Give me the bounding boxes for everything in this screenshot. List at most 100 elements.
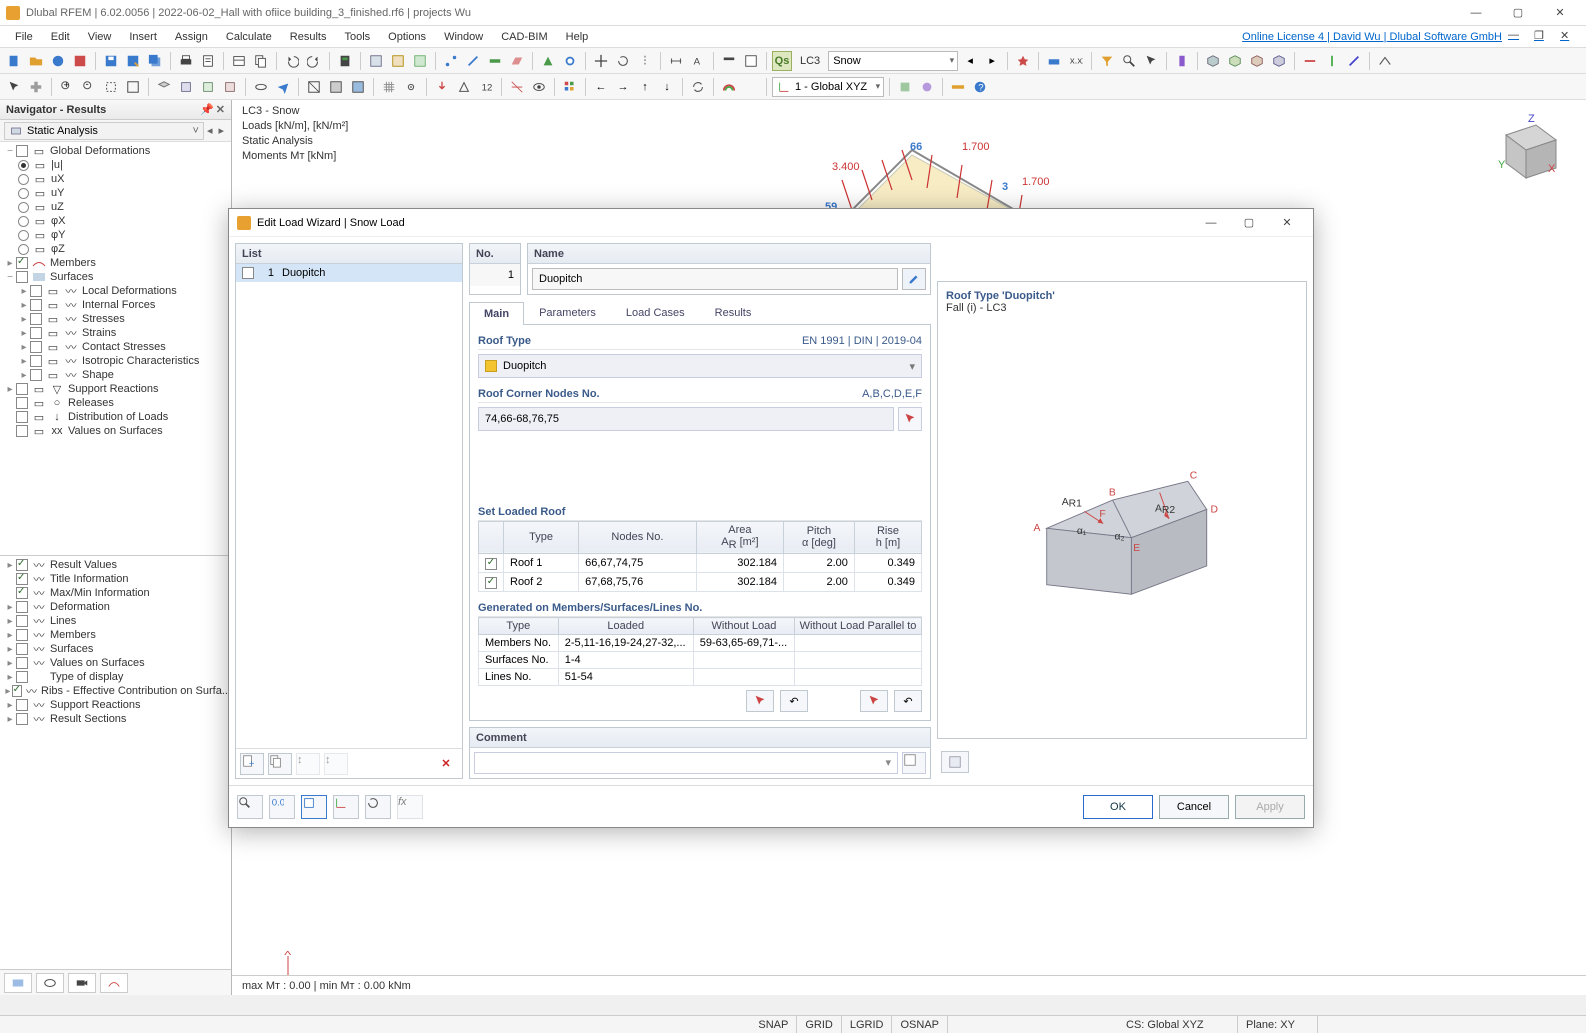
tab-main[interactable]: Main — [469, 302, 524, 325]
tree-localdef[interactable]: ▸▭〰Local Deformations — [0, 284, 231, 298]
opt-sections[interactable]: ▸〰Result Sections — [0, 712, 231, 726]
nav-tab-cam-icon[interactable] — [68, 973, 96, 993]
foot-square-button[interactable] — [301, 795, 327, 819]
tree-iso[interactable]: ▸▭〰Isotropic Characteristics — [0, 354, 231, 368]
tree-phiy[interactable]: ▭φY — [0, 228, 231, 242]
foot-num-button[interactable]: 0.00 — [269, 795, 295, 819]
view-xz-icon[interactable] — [198, 77, 218, 97]
lc-selector[interactable]: Snow — [828, 51, 958, 71]
undo-without-button[interactable]: ↶ — [894, 690, 922, 712]
list-copy-button[interactable] — [268, 753, 292, 775]
show-num-icon[interactable]: 12 — [476, 77, 496, 97]
corners-pick-button[interactable] — [898, 407, 922, 431]
grid-toggle[interactable]: GRID — [797, 1016, 842, 1033]
tab-parameters[interactable]: Parameters — [524, 301, 611, 324]
zoom-all-icon[interactable] — [123, 77, 143, 97]
table-icon[interactable] — [229, 51, 249, 71]
render-icon[interactable] — [348, 77, 368, 97]
cube4-icon[interactable] — [1269, 51, 1289, 71]
open-icon[interactable] — [26, 51, 46, 71]
visibility-icon[interactable] — [529, 77, 549, 97]
name-edit-button[interactable] — [902, 268, 926, 290]
members-icon[interactable] — [485, 51, 505, 71]
tree-members[interactable]: ▸Members — [0, 256, 231, 270]
foot-refresh-button[interactable] — [365, 795, 391, 819]
list-new-button[interactable]: + — [240, 753, 264, 775]
nodes-icon[interactable] — [441, 51, 461, 71]
opt-members[interactable]: ▸〰Members — [0, 628, 231, 642]
mdi-minimize-icon[interactable]: ― — [1508, 29, 1528, 45]
tree-strains[interactable]: ▸▭〰Strains — [0, 326, 231, 340]
calc-icon[interactable] — [335, 51, 355, 71]
zoom-out-icon[interactable]: - — [79, 77, 99, 97]
menu-file[interactable]: File — [6, 28, 42, 46]
axis-z-icon[interactable] — [1344, 51, 1364, 71]
sync-icon[interactable] — [688, 77, 708, 97]
arrow-l-icon[interactable]: ← — [591, 77, 611, 97]
navigator-tree[interactable]: −▭Global Deformations ▭|u| ▭uX ▭uY ▭uZ ▭… — [0, 142, 231, 555]
tree-valsurf[interactable]: ▭xxValues on Surfaces — [0, 424, 231, 438]
lc-next-icon[interactable]: ▸ — [982, 51, 1002, 71]
iso-icon[interactable] — [1375, 51, 1395, 71]
cube2-icon[interactable] — [1225, 51, 1245, 71]
tree-u[interactable]: ▭|u| — [0, 158, 231, 172]
menu-assign[interactable]: Assign — [166, 28, 217, 46]
ok-button[interactable]: OK — [1083, 795, 1153, 819]
select-arrow-icon[interactable] — [4, 77, 24, 97]
rotate-icon[interactable] — [613, 51, 633, 71]
arrow-d-icon[interactable]: ↓ — [657, 77, 677, 97]
tree-intforce[interactable]: ▸▭〰Internal Forces — [0, 298, 231, 312]
roof-type-selector[interactable]: Duopitch — [478, 354, 922, 378]
save-icon[interactable] — [101, 51, 121, 71]
nav-right-icon[interactable]: ▸ — [215, 124, 227, 137]
print-icon[interactable] — [176, 51, 196, 71]
foot-fx-button[interactable]: fx — [397, 795, 423, 819]
model-data-icon[interactable] — [366, 51, 386, 71]
nav-tab-eye-icon[interactable] — [36, 973, 64, 993]
dialog-minimize-button[interactable]: ― — [1193, 211, 1229, 235]
roof-table[interactable]: Type Nodes No. AreaAR [m²] Pitchα [deg] … — [478, 521, 922, 592]
view-iso-icon[interactable] — [154, 77, 174, 97]
colors-icon[interactable] — [560, 77, 580, 97]
orbit-icon[interactable] — [251, 77, 271, 97]
surfaces-icon[interactable] — [507, 51, 527, 71]
undo-loaded-button[interactable]: ↶ — [780, 690, 808, 712]
cancel-button[interactable]: Cancel — [1159, 795, 1229, 819]
opt-ribs[interactable]: ▸〰Ribs - Effective Contribution on Surfa… — [0, 684, 231, 698]
cube-icon[interactable] — [1203, 51, 1223, 71]
lc-badge[interactable]: Qs — [772, 51, 792, 71]
dialog-close-button[interactable]: ✕ — [1269, 211, 1305, 235]
mdi-close-icon[interactable]: ✕ — [1560, 29, 1580, 45]
opt-surfaces[interactable]: ▸〰Surfaces — [0, 642, 231, 656]
axis-x-icon[interactable] — [1300, 51, 1320, 71]
close-icon[interactable] — [70, 51, 90, 71]
opt-display[interactable]: ▸Type of display — [0, 670, 231, 684]
lgrid-toggle[interactable]: LGRID — [842, 1016, 893, 1033]
search-icon[interactable] — [1119, 51, 1139, 71]
zoom-win-icon[interactable] — [101, 77, 121, 97]
recent-icon[interactable] — [48, 51, 68, 71]
comment-input[interactable] — [474, 752, 898, 774]
roof1-check[interactable] — [485, 558, 497, 570]
menu-view[interactable]: View — [79, 28, 121, 46]
tree-uz[interactable]: ▭uZ — [0, 200, 231, 214]
roof2-check[interactable] — [485, 577, 497, 589]
list-down-button[interactable]: ↕ — [324, 753, 348, 775]
corners-input[interactable] — [478, 407, 894, 431]
filter-icon[interactable] — [1097, 51, 1117, 71]
ruler-icon[interactable] — [948, 77, 968, 97]
pan-icon[interactable] — [26, 77, 46, 97]
dim-icon[interactable] — [666, 51, 686, 71]
show-val-icon[interactable]: x.xx — [1066, 51, 1086, 71]
saveall-icon[interactable] — [145, 51, 165, 71]
extra1-icon[interactable] — [895, 77, 915, 97]
pick-without-button[interactable] — [860, 690, 888, 712]
tree-ux[interactable]: ▭uX — [0, 172, 231, 186]
menu-tools[interactable]: Tools — [335, 28, 379, 46]
info-tool-button[interactable] — [941, 751, 969, 773]
list-delete-button[interactable]: ✕ — [434, 753, 458, 775]
dialog-maximize-button[interactable]: ▢ — [1231, 211, 1267, 235]
opt-valsurf[interactable]: ▸〰Values on Surfaces — [0, 656, 231, 670]
tree-shape[interactable]: ▸▭〰Shape — [0, 368, 231, 382]
solid-icon[interactable] — [326, 77, 346, 97]
